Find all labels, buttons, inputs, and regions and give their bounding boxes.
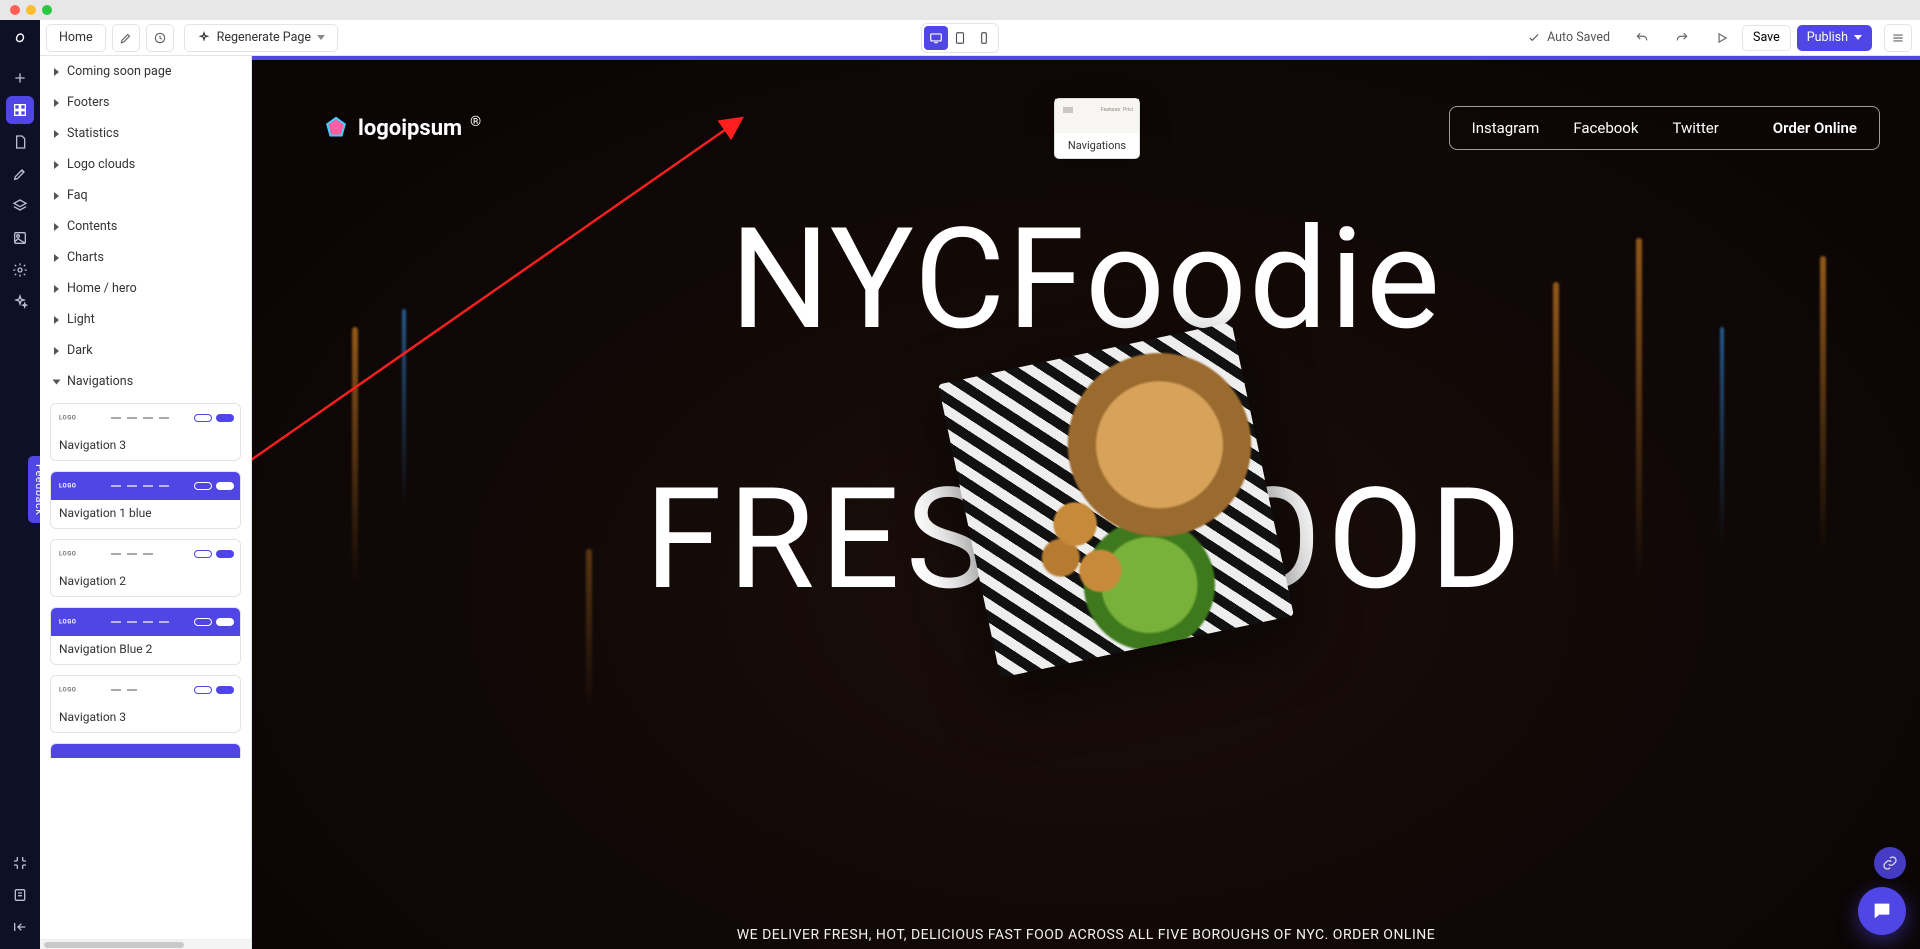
site-logo[interactable]: logoipsum® <box>322 114 481 142</box>
drop-indicator <box>252 56 1920 60</box>
rail-settings-button[interactable] <box>6 256 34 284</box>
category-item[interactable]: Statistics <box>40 118 251 149</box>
panel-scroll[interactable]: Coming soon page Footers Statistics Logo… <box>40 56 251 939</box>
chevron-right-icon <box>54 68 59 76</box>
thumb-label: Navigation 3 <box>51 704 240 732</box>
rail-ai-button[interactable] <box>6 288 34 316</box>
chevron-right-icon <box>54 161 59 169</box>
close-window-icon[interactable] <box>10 5 20 15</box>
device-tablet-button[interactable] <box>948 26 972 50</box>
category-item[interactable]: Dark <box>40 335 251 366</box>
check-icon <box>1527 31 1541 45</box>
chevron-right-icon <box>54 316 59 324</box>
category-item[interactable]: Faq <box>40 180 251 211</box>
drag-preview: FeaturesPrici Navigations <box>1054 98 1140 159</box>
menu-button[interactable] <box>1884 24 1912 52</box>
undo-button[interactable] <box>1628 24 1656 52</box>
autosaved-label: Auto Saved <box>1547 30 1610 45</box>
category-item[interactable]: Coming soon page <box>40 56 251 87</box>
rail-components-button[interactable] <box>6 96 34 124</box>
chevron-down-icon <box>1854 35 1862 40</box>
category-item[interactable]: Footers <box>40 87 251 118</box>
logo-mark-icon <box>322 114 350 142</box>
device-mobile-button[interactable] <box>972 26 996 50</box>
component-thumb[interactable]: LOGO Navigation 1 blue <box>50 471 241 529</box>
rail-collapse-button[interactable] <box>6 913 34 941</box>
site-nav: Instagram Facebook Twitter Order Online <box>1449 106 1880 150</box>
nav-link-facebook[interactable]: Facebook <box>1573 119 1638 137</box>
autosaved-indicator: Auto Saved <box>1527 30 1610 45</box>
hero-image[interactable] <box>938 322 1294 678</box>
rail-shortcuts-button[interactable] <box>6 849 34 877</box>
nav-link-twitter[interactable]: Twitter <box>1672 119 1718 137</box>
chevron-right-icon <box>54 192 59 200</box>
rail-layers-button[interactable] <box>6 192 34 220</box>
chevron-right-icon <box>54 285 59 293</box>
chevron-down-icon <box>53 379 61 384</box>
thumb-label: Navigation 1 blue <box>51 500 240 528</box>
chevron-down-icon <box>317 35 325 40</box>
chevron-right-icon <box>54 223 59 231</box>
thumb-label: Navigation 2 <box>51 568 240 596</box>
category-item-navigations[interactable]: Navigations <box>40 366 251 397</box>
chevron-right-icon <box>54 254 59 262</box>
device-desktop-button[interactable] <box>924 26 948 50</box>
page-select[interactable]: Home <box>46 24 106 52</box>
navigations-thumbs: LOGO Navigation 3 LOGO Navigation 1 blue… <box>40 397 251 768</box>
history-button[interactable] <box>146 24 174 52</box>
page-name: Home <box>59 30 93 45</box>
chevron-right-icon <box>54 130 59 138</box>
save-button[interactable]: Save <box>1742 25 1791 51</box>
category-item[interactable]: Light <box>40 304 251 335</box>
component-thumb[interactable]: LOGO Navigation 3 <box>50 403 241 461</box>
category-item[interactable]: Contents <box>40 211 251 242</box>
top-toolbar: Home Regenerate Page <box>0 20 1920 56</box>
link-fab[interactable] <box>1874 847 1906 879</box>
edit-page-button[interactable] <box>112 24 140 52</box>
window-titlebar <box>0 0 1920 20</box>
component-thumb[interactable]: LOGO Navigation 3 <box>50 675 241 733</box>
left-rail: Feedback <box>0 56 40 949</box>
device-switcher <box>921 23 999 53</box>
rail-design-button[interactable] <box>6 160 34 188</box>
component-thumb[interactable] <box>50 743 241 758</box>
drag-preview-label: Navigations <box>1055 133 1139 158</box>
components-panel: Coming soon page Footers Statistics Logo… <box>40 56 252 949</box>
category-item[interactable]: Home / hero <box>40 273 251 304</box>
thumb-label: Navigation Blue 2 <box>51 636 240 664</box>
preview-button[interactable] <box>1708 24 1736 52</box>
component-thumb[interactable]: LOGO Navigation 2 <box>50 539 241 597</box>
panel-h-scrollbar[interactable] <box>40 939 251 949</box>
rail-docs-button[interactable] <box>6 881 34 909</box>
chat-fab[interactable] <box>1858 887 1906 935</box>
regenerate-page-button[interactable]: Regenerate Page <box>184 24 338 52</box>
thumb-label: Navigation 3 <box>51 432 240 460</box>
chevron-right-icon <box>54 99 59 107</box>
regenerate-label: Regenerate Page <box>217 30 311 45</box>
publish-button[interactable]: Publish <box>1797 25 1872 51</box>
brand-text: logoipsum <box>358 116 462 141</box>
rail-add-button[interactable] <box>6 64 34 92</box>
hero-subtitle: WE DELIVER FRESH, HOT, DELICIOUS FAST FO… <box>252 927 1920 943</box>
rail-media-button[interactable] <box>6 224 34 252</box>
hero-line1: NYCFoodie <box>252 210 1920 350</box>
sparkle-icon <box>197 31 211 45</box>
category-item[interactable]: Logo clouds <box>40 149 251 180</box>
nav-link-instagram[interactable]: Instagram <box>1472 119 1540 137</box>
nav-link-order[interactable]: Order Online <box>1773 119 1857 137</box>
redo-button[interactable] <box>1668 24 1696 52</box>
rail-pages-button[interactable] <box>6 128 34 156</box>
chevron-right-icon <box>54 347 59 355</box>
minimize-window-icon[interactable] <box>26 5 36 15</box>
maximize-window-icon[interactable] <box>42 5 52 15</box>
canvas[interactable]: logoipsum® Instagram Facebook Twitter Or… <box>252 56 1920 949</box>
category-item[interactable]: Charts <box>40 242 251 273</box>
component-thumb[interactable]: LOGO Navigation Blue 2 <box>50 607 241 665</box>
app-logo[interactable] <box>0 20 40 56</box>
